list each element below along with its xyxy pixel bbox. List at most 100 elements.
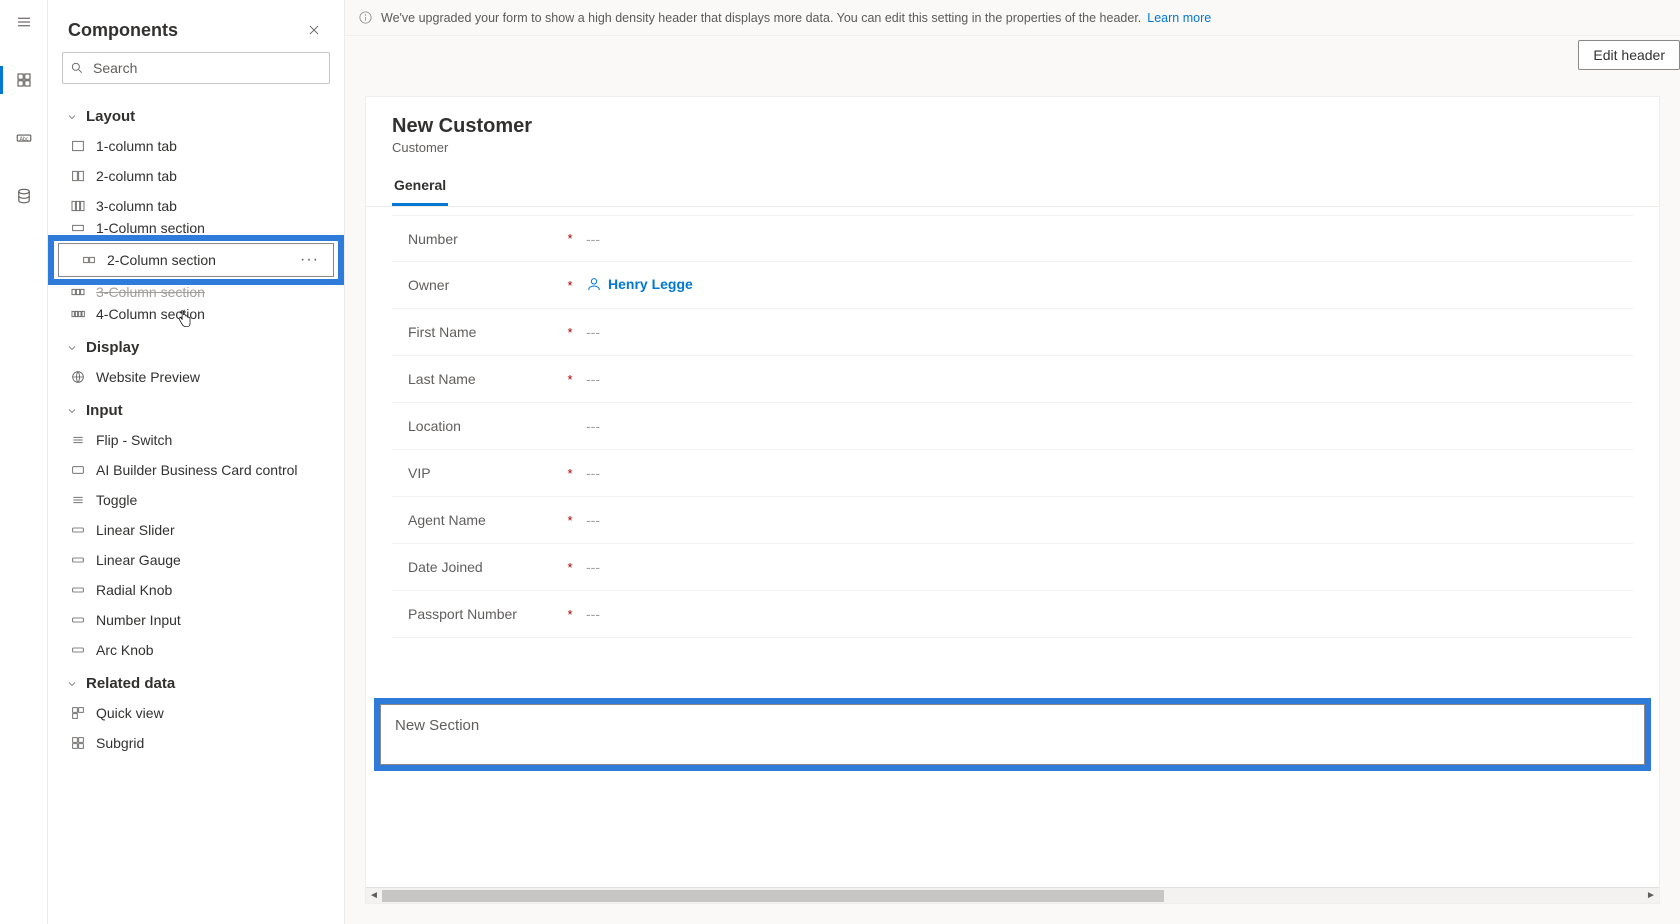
info-bar-text: We've upgraded your form to show a high … bbox=[381, 11, 1141, 25]
form-field-row[interactable]: Passport Number*--- bbox=[392, 591, 1633, 638]
related-item-quick-view[interactable]: Quick view bbox=[48, 698, 344, 728]
field-label: Agent Name bbox=[408, 512, 564, 528]
hamburger-menu-button[interactable] bbox=[0, 0, 48, 44]
tree-item-label: 1-Column section bbox=[96, 221, 205, 235]
text-field-rail-button[interactable]: Abc bbox=[0, 116, 48, 160]
slider-icon bbox=[70, 522, 86, 538]
selected-component-highlight: 2-Column section ··· bbox=[48, 235, 344, 285]
scrollbar-thumb[interactable] bbox=[382, 890, 1164, 902]
tree-item-label: Linear Gauge bbox=[96, 552, 181, 568]
group-label-related-data: Related data bbox=[86, 675, 175, 692]
group-header-display[interactable]: Display bbox=[48, 329, 344, 362]
tree-item-label: Arc Knob bbox=[96, 642, 154, 658]
edit-header-button[interactable]: Edit header bbox=[1578, 40, 1680, 70]
data-rail-button[interactable] bbox=[0, 174, 48, 218]
tree-item-label: Number Input bbox=[96, 612, 181, 628]
required-indicator: * bbox=[564, 372, 576, 387]
gauge-icon bbox=[70, 552, 86, 568]
arc-knob-icon bbox=[70, 642, 86, 658]
layout-item-4-column-section[interactable]: 4-Column section bbox=[48, 299, 344, 329]
form-subtitle: Customer bbox=[392, 140, 1633, 155]
tree-item-label: AI Builder Business Card control bbox=[96, 462, 298, 478]
three-column-tab-icon bbox=[70, 198, 86, 214]
field-value[interactable]: --- bbox=[576, 418, 1633, 434]
layout-item-2-column-tab[interactable]: 2-column tab bbox=[48, 161, 344, 191]
info-icon bbox=[357, 10, 373, 26]
tree-item-label: Website Preview bbox=[96, 369, 200, 385]
two-column-section-icon bbox=[81, 252, 97, 268]
layout-item-1-column-tab[interactable]: 1-column tab bbox=[48, 131, 344, 161]
close-panel-button[interactable] bbox=[302, 18, 326, 42]
input-item-number-input[interactable]: Number Input bbox=[48, 605, 344, 635]
field-value[interactable]: --- bbox=[576, 606, 1633, 622]
scroll-left-arrow-icon[interactable]: ◄ bbox=[366, 888, 382, 904]
required-indicator: * bbox=[564, 466, 576, 481]
input-item-radial-knob[interactable]: Radial Knob bbox=[48, 575, 344, 605]
layout-item-2-column-section[interactable]: 2-Column section ··· bbox=[58, 243, 334, 277]
form-field-row[interactable]: Last Name*--- bbox=[392, 356, 1633, 403]
input-item-arc-knob[interactable]: Arc Knob bbox=[48, 635, 344, 665]
tree-item-label: Flip - Switch bbox=[96, 432, 172, 448]
form-field-row[interactable]: Owner*Henry Legge bbox=[392, 262, 1633, 309]
tree-item-label: 2-column tab bbox=[96, 168, 177, 184]
knob-icon bbox=[70, 582, 86, 598]
layout-item-3-column-tab[interactable]: 3-column tab bbox=[48, 191, 344, 221]
field-value[interactable]: --- bbox=[576, 465, 1633, 481]
group-header-related-data[interactable]: Related data bbox=[48, 665, 344, 698]
input-item-flip-switch[interactable]: Flip - Switch bbox=[48, 425, 344, 455]
new-section-placeholder[interactable]: New Section bbox=[380, 704, 1645, 765]
form-field-row[interactable]: Date Joined*--- bbox=[392, 544, 1633, 591]
close-icon bbox=[307, 23, 321, 37]
related-item-subgrid[interactable]: Subgrid bbox=[48, 728, 344, 758]
input-item-linear-gauge[interactable]: Linear Gauge bbox=[48, 545, 344, 575]
field-value[interactable]: --- bbox=[576, 324, 1633, 340]
field-label: Number bbox=[408, 231, 564, 247]
scroll-right-arrow-icon[interactable]: ► bbox=[1643, 888, 1659, 904]
form-field-row[interactable]: VIP*--- bbox=[392, 450, 1633, 497]
owner-lookup-chip[interactable]: Henry Legge bbox=[586, 276, 693, 292]
display-item-website-preview[interactable]: Website Preview bbox=[48, 362, 344, 392]
field-value[interactable]: --- bbox=[576, 231, 1633, 247]
tree-item-label: 2-Column section bbox=[107, 252, 216, 268]
number-input-icon bbox=[70, 612, 86, 628]
required-indicator: * bbox=[564, 513, 576, 528]
group-header-input[interactable]: Input bbox=[48, 392, 344, 425]
form-tab-row: General bbox=[366, 171, 1659, 207]
field-value[interactable]: --- bbox=[576, 371, 1633, 387]
components-panel: Components Layout 1-column tab 2-column … bbox=[48, 0, 345, 924]
horizontal-scrollbar[interactable]: ◄ ► bbox=[366, 887, 1659, 903]
quick-view-icon bbox=[70, 705, 86, 721]
form-field-row[interactable]: First Name*--- bbox=[392, 309, 1633, 356]
form-title: New Customer bbox=[392, 115, 1633, 138]
field-label: Owner bbox=[408, 277, 564, 293]
tree-item-label: 3-column tab bbox=[96, 198, 177, 214]
field-value[interactable]: --- bbox=[576, 512, 1633, 528]
form-field-row[interactable]: Location--- bbox=[392, 403, 1633, 450]
input-item-ai-builder-card[interactable]: AI Builder Business Card control bbox=[48, 455, 344, 485]
layout-item-1-column-section[interactable]: 1-Column section bbox=[48, 221, 344, 235]
list-icon bbox=[70, 492, 86, 508]
new-section-label: New Section bbox=[395, 717, 479, 734]
input-item-toggle[interactable]: Toggle bbox=[48, 485, 344, 515]
form-field-row[interactable]: Agent Name*--- bbox=[392, 497, 1633, 544]
more-options-button[interactable]: ··· bbox=[300, 251, 319, 269]
tab-general[interactable]: General bbox=[392, 171, 448, 206]
field-value[interactable]: Henry Legge bbox=[576, 276, 1633, 295]
input-item-linear-slider[interactable]: Linear Slider bbox=[48, 515, 344, 545]
components-rail-button[interactable] bbox=[0, 58, 48, 102]
field-label: VIP bbox=[408, 465, 564, 481]
field-value[interactable]: --- bbox=[576, 559, 1633, 575]
form-fields-area: Number*---Owner*Henry LeggeFirst Name*--… bbox=[366, 207, 1659, 658]
layout-item-3-column-section-obscured[interactable]: 3-Column section bbox=[48, 285, 344, 299]
field-label: Date Joined bbox=[408, 559, 564, 575]
card-icon bbox=[70, 462, 86, 478]
chevron-down-icon bbox=[66, 404, 80, 418]
components-search bbox=[62, 52, 330, 84]
tree-item-label: 4-Column section bbox=[96, 306, 205, 322]
group-header-layout[interactable]: Layout bbox=[48, 98, 344, 131]
group-label-display: Display bbox=[86, 339, 139, 356]
scrollbar-track[interactable] bbox=[382, 890, 1643, 902]
components-search-input[interactable] bbox=[62, 52, 330, 84]
learn-more-link[interactable]: Learn more bbox=[1147, 11, 1211, 25]
form-field-row[interactable]: Number*--- bbox=[392, 215, 1633, 262]
